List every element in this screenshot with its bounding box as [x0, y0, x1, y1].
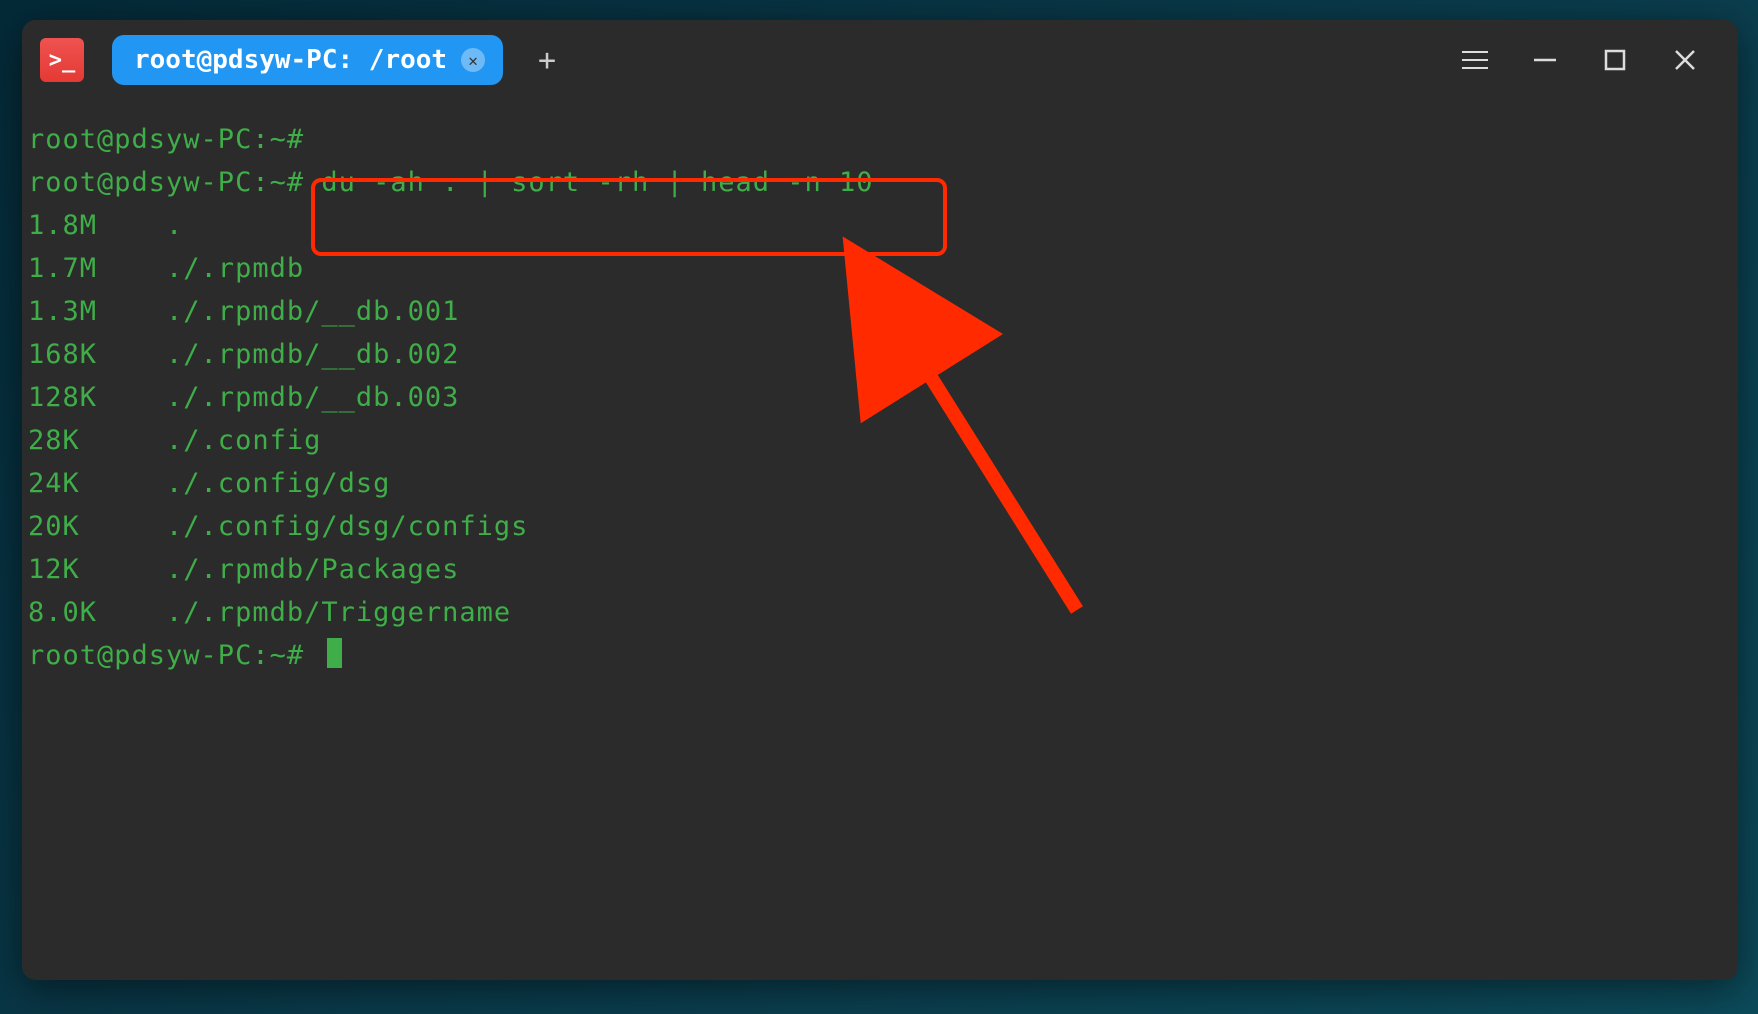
shell-prompt: root@pdsyw-PC:~#	[28, 640, 321, 671]
close-button[interactable]	[1650, 35, 1720, 85]
terminal-prompt-line: root@pdsyw-PC:~# du -ah . | sort -rh | h…	[28, 161, 1732, 204]
terminal-output-line: 1.7M ./.rpmdb	[28, 247, 1732, 290]
terminal-output-line: 1.3M ./.rpmdb/__db.001	[28, 290, 1732, 333]
titlebar[interactable]: >_ root@pdsyw-PC: /root ✕ +	[22, 20, 1738, 100]
tab-active[interactable]: root@pdsyw-PC: /root ✕	[112, 35, 503, 85]
terminal-prompt-line: root@pdsyw-PC:~#	[28, 634, 1732, 677]
minimize-button[interactable]	[1510, 35, 1580, 85]
terminal-app-icon[interactable]: >_	[40, 38, 84, 82]
terminal-output-line: 168K ./.rpmdb/__db.002	[28, 333, 1732, 376]
shell-prompt: root@pdsyw-PC:~#	[28, 167, 321, 198]
terminal-output-line: 20K ./.config/dsg/configs	[28, 505, 1732, 548]
terminal-prompt-line: root@pdsyw-PC:~#	[28, 118, 1732, 161]
terminal-output-line: 28K ./.config	[28, 419, 1732, 462]
maximize-button[interactable]	[1580, 35, 1650, 85]
terminal-output-line: 8.0K ./.rpmdb/Triggername	[28, 591, 1732, 634]
tab-close-icon[interactable]: ✕	[461, 48, 485, 72]
terminal-body[interactable]: root@pdsyw-PC:~# root@pdsyw-PC:~# du -ah…	[22, 100, 1738, 980]
terminal-icon-glyph: >_	[49, 48, 76, 73]
terminal-output-line: 12K ./.rpmdb/Packages	[28, 548, 1732, 591]
terminal-output-line: 128K ./.rpmdb/__db.003	[28, 376, 1732, 419]
desktop-background: 鹏 大 圣 鹏 大 圣 鹏 大 圣 鹏 大 圣 鹏 大 圣 鹏 大 圣 鹏 大 …	[0, 0, 1758, 1014]
tab-title: root@pdsyw-PC: /root	[134, 45, 447, 75]
hamburger-menu-icon[interactable]	[1440, 35, 1510, 85]
shell-command: du -ah . | sort -rh | head -n 10	[321, 167, 873, 198]
terminal-output-line: 1.8M .	[28, 204, 1732, 247]
shell-prompt: root@pdsyw-PC:~#	[28, 124, 321, 155]
terminal-output-line: 24K ./.config/dsg	[28, 462, 1732, 505]
new-tab-button[interactable]: +	[531, 44, 563, 76]
cursor	[327, 638, 342, 668]
terminal-window: >_ root@pdsyw-PC: /root ✕ + root@pdsyw-P…	[22, 20, 1738, 980]
